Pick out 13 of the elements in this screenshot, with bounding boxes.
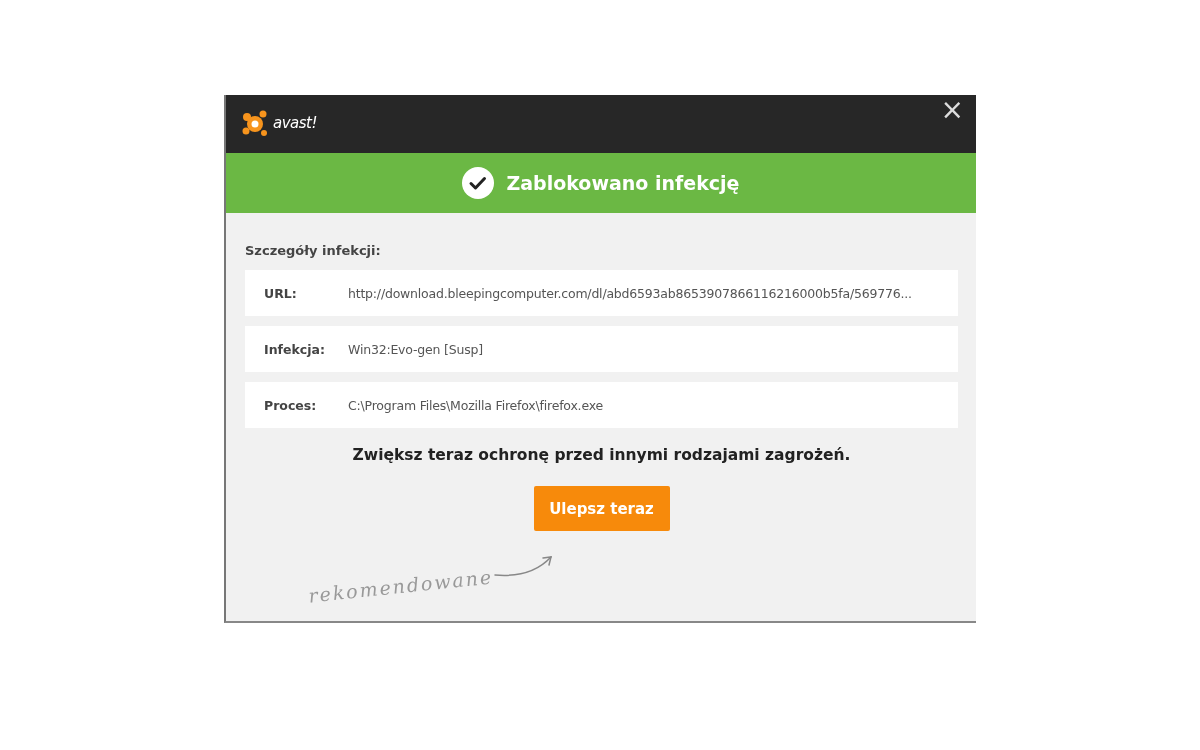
detail-label: Proces: bbox=[264, 397, 318, 413]
detail-value: C:\Program Files\Mozilla Firefox\firefox.exe bbox=[348, 397, 603, 413]
detail-label: URL: bbox=[264, 285, 298, 301]
checkmark-icon bbox=[462, 167, 495, 199]
detail-label: Infekcja: bbox=[264, 341, 326, 357]
promo-text: Zwiększ teraz ochronę przed innymi rodzajami zagrożeń. bbox=[351, 446, 852, 464]
close-button[interactable]: × bbox=[936, 96, 968, 124]
detail-value: Win32:Evo-gen [Susp] bbox=[348, 341, 483, 357]
detail-value: http://download.bleepingcomputer.com/dl/abd6593ab8653907866116216000b5fa/569776... bbox=[348, 285, 912, 301]
section-heading: Szczegóły infekcji: bbox=[245, 243, 382, 258]
recommended-note: rekomendowane bbox=[307, 565, 495, 607]
logo-wordmark: avast! bbox=[273, 114, 317, 132]
status-title: Zablokowano infekcję bbox=[506, 172, 740, 194]
